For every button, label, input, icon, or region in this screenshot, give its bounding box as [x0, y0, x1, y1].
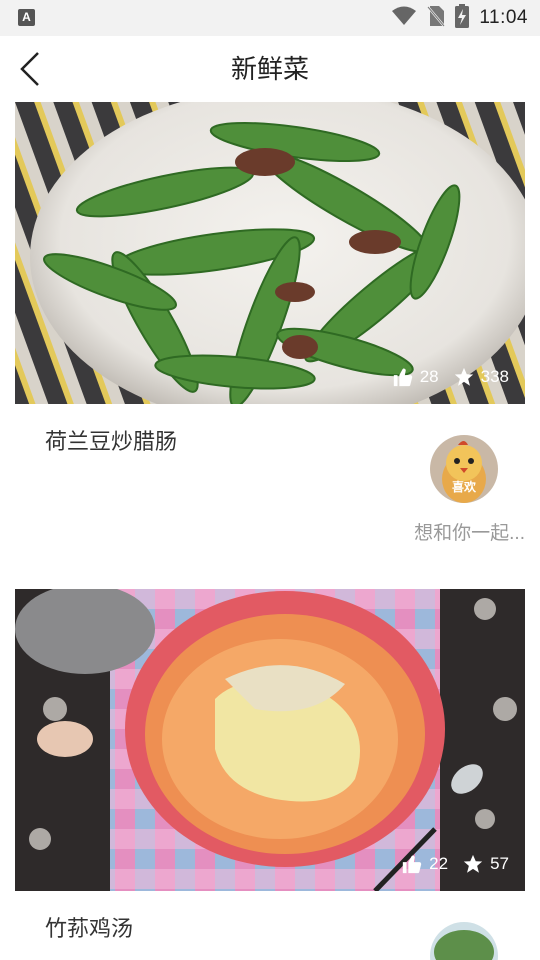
battery-charging-icon [455, 3, 470, 33]
recipe-stats: 28 338 [392, 366, 509, 388]
star-icon [463, 854, 483, 873]
favorite-count: 57 [490, 854, 509, 873]
favorite-count: 338 [480, 367, 509, 386]
author-name[interactable]: 想和你一起... [414, 518, 525, 545]
status-bar: A 11:04 [0, 0, 540, 36]
like-count: 28 [419, 367, 439, 386]
status-icons: 11:04 [391, 0, 528, 36]
page-title: 新鲜菜 [230, 54, 309, 84]
app-notification-icon: A [18, 9, 35, 26]
recipe-photo[interactable]: 28 338 [15, 102, 525, 404]
recipe-title[interactable]: 荷兰豆炒腊肠 [45, 424, 177, 456]
thumbs-up-icon [393, 368, 412, 387]
star-icon [454, 367, 473, 386]
author-avatar[interactable]: 喜欢 [430, 435, 498, 503]
like-stat[interactable]: 22 [401, 853, 448, 875]
chicken-soup-photo [15, 589, 525, 891]
clock-time: 11:04 [479, 7, 528, 28]
back-button[interactable] [10, 48, 50, 90]
chevron-left-icon [20, 52, 39, 86]
recipe-title[interactable]: 竹荪鸡汤 [45, 911, 133, 943]
no-sim-icon [427, 5, 446, 32]
wifi-icon [391, 6, 417, 31]
recipe-card[interactable]: 28 338 荷兰豆炒腊肠 喜欢 想和你一起... [15, 102, 525, 562]
thumbs-up-icon [402, 855, 422, 874]
recipe-card[interactable]: 22 57 竹荪鸡汤 [15, 589, 525, 960]
recipe-photo[interactable]: 22 57 [15, 589, 525, 891]
app-header: 新鲜菜 [0, 36, 540, 102]
author-avatar[interactable] [430, 922, 498, 960]
recipe-stats: 22 57 [401, 853, 509, 875]
snow-peas-sausage-photo [15, 102, 525, 404]
like-stat[interactable]: 28 [392, 366, 439, 388]
tree-avatar-image [430, 922, 498, 960]
favorite-stat[interactable]: 57 [462, 853, 509, 875]
avatar-badge: 喜欢 [451, 480, 476, 494]
like-count: 22 [429, 854, 449, 873]
favorite-stat[interactable]: 338 [453, 366, 509, 388]
